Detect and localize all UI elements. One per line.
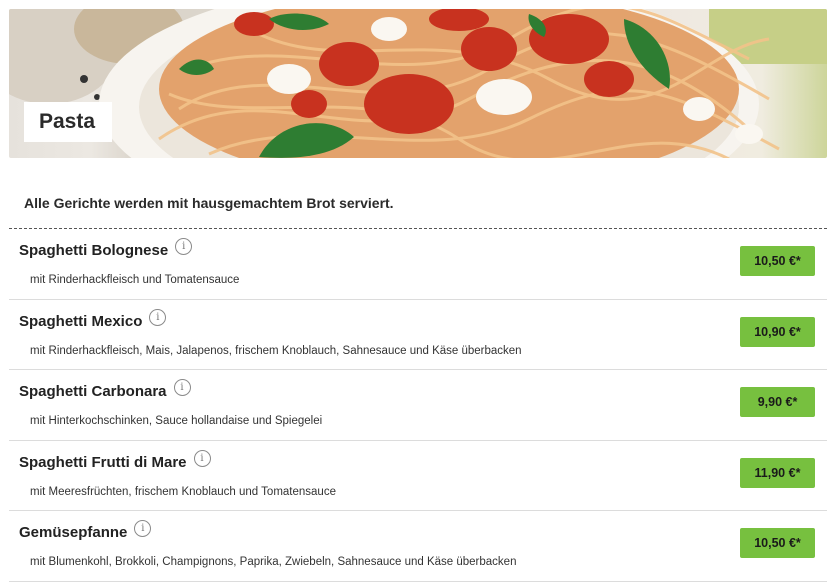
menu-item: Spaghetti Mexico i mit Rinderhackfleisch… [9,300,827,370]
price-button[interactable]: 10,50 €* [740,528,815,558]
price-button[interactable]: 11,90 €* [740,457,815,488]
item-name: Gemüsepfanne [19,524,128,541]
item-description: mit Meeresfrüchten, frischem Knoblauch u… [30,485,336,498]
item-name: Spaghetti Bolognese [19,242,169,259]
item-name: Spaghetti Frutti di Mare [19,453,187,471]
category-title: Pasta [24,102,112,142]
info-icon[interactable]: i [193,449,211,467]
item-description: mit Blumenkohl, Brokkoli, Champignons, P… [30,556,517,568]
menu-list: Spaghetti Bolognese i mit Rinderhackflei… [9,229,827,582]
info-icon[interactable]: i [173,379,191,396]
info-icon[interactable]: i [134,520,152,537]
menu-item: Gemüsepfanne i mit Blumenkohl, Brokkoli,… [9,511,827,582]
pasta-dish-photo [9,9,827,158]
item-name: Spaghetti Mexico [19,312,143,330]
item-description: mit Rinderhackfleisch und Tomatensauce [30,274,240,286]
price-button[interactable]: 10,90 €* [740,316,815,347]
info-icon[interactable]: i [175,238,193,255]
item-description: mit Hinterkochschinken, Sauce hollandais… [30,415,323,427]
price-button[interactable]: 9,90 €* [740,387,815,417]
price-button[interactable]: 10,50 €* [740,246,815,276]
item-name: Spaghetti Carbonara [19,383,167,400]
info-icon[interactable]: i [149,308,167,326]
item-description: mit Rinderhackfleisch, Mais, Jalapenos, … [30,344,522,357]
bread-note: Alle Gerichte werden mit hausgemachtem B… [24,195,394,211]
menu-item: Spaghetti Frutti di Mare i mit Meeresfrü… [9,441,827,511]
menu-item: Spaghetti Carbonara i mit Hinterkochschi… [9,370,827,441]
category-banner: Pasta [9,9,827,158]
menu-item: Spaghetti Bolognese i mit Rinderhackflei… [9,229,827,300]
